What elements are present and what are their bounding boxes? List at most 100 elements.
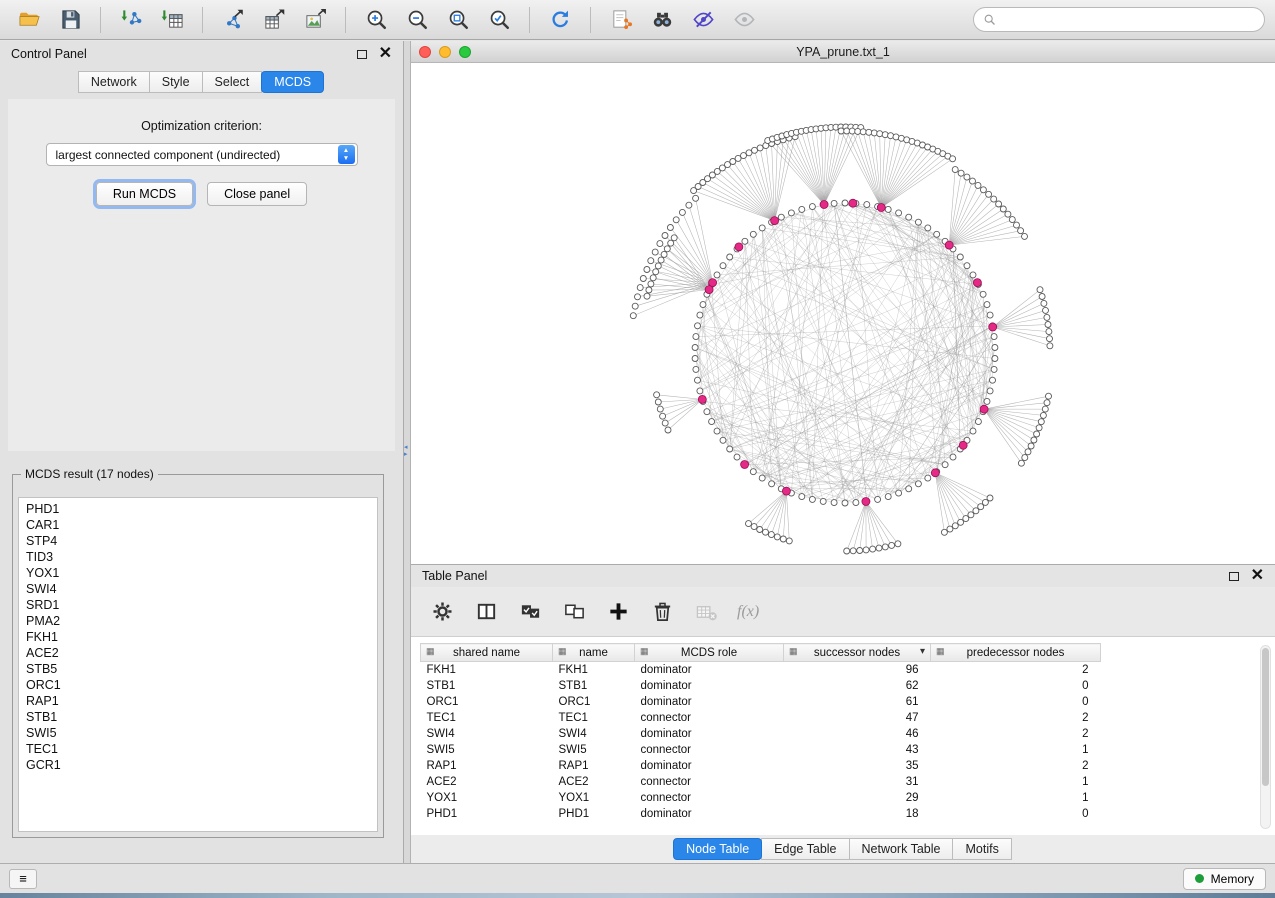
optimization-criterion-select[interactable]: largest connected component (undirected)… xyxy=(46,143,358,166)
window-maximize-icon[interactable] xyxy=(459,46,471,58)
panel-menu-button[interactable]: ≡ xyxy=(9,869,37,889)
network-canvas[interactable] xyxy=(411,63,1275,564)
splitter-arrows-icon[interactable]: ◂▸ xyxy=(404,444,408,458)
table-row[interactable]: STB1STB1dominator620 xyxy=(421,678,1101,694)
column-header-shared_name[interactable]: ▦shared name xyxy=(421,644,553,662)
table-settings-button[interactable] xyxy=(427,598,457,626)
column-header-successors[interactable]: ▦successor nodes▾ xyxy=(784,644,931,662)
zoom-in-button[interactable] xyxy=(357,4,395,36)
column-header-name[interactable]: ▦name xyxy=(553,644,635,662)
mcds-result-item[interactable]: TEC1 xyxy=(26,741,377,757)
columns-icon xyxy=(475,600,498,623)
zoom-fit-button[interactable] xyxy=(439,4,477,36)
column-menu-icon[interactable]: ▦ xyxy=(936,646,945,657)
hide-graphics-button[interactable] xyxy=(684,4,722,36)
mcds-result-item[interactable]: CAR1 xyxy=(26,517,377,533)
column-header-role[interactable]: ▦ MCDS role xyxy=(635,644,784,662)
tab-network-table[interactable]: Network Table xyxy=(849,838,954,860)
float-panel-icon[interactable] xyxy=(357,50,367,59)
mcds-result-list[interactable]: PHD1CAR1STP4TID3YOX1SWI4SRD1PMA2FKH1ACE2… xyxy=(18,497,378,832)
tab-edge-table[interactable]: Edge Table xyxy=(761,838,849,860)
tab-style[interactable]: Style xyxy=(149,71,203,93)
delete-column-button[interactable] xyxy=(647,598,677,626)
panel-splitter[interactable]: ◂▸ xyxy=(404,41,411,863)
column-menu-icon[interactable]: ▦ xyxy=(789,646,798,657)
table-row[interactable]: YOX1YOX1connector291 xyxy=(421,790,1101,806)
column-menu-icon[interactable]: ▦ xyxy=(558,646,567,657)
zoom-out-button[interactable] xyxy=(398,4,436,36)
search-field[interactable] xyxy=(973,7,1265,32)
add-column-button[interactable] xyxy=(603,598,633,626)
export-network-icon xyxy=(222,8,245,31)
table-row[interactable]: ORC1ORC1dominator610 xyxy=(421,694,1101,710)
search-input[interactable] xyxy=(1002,13,1255,27)
sort-caret-icon: ▾ xyxy=(920,646,925,657)
find-button[interactable] xyxy=(643,4,681,36)
mcds-result-item[interactable]: STB5 xyxy=(26,661,377,677)
export-network-button[interactable] xyxy=(214,4,252,36)
table-row[interactable]: RAP1RAP1dominator352 xyxy=(421,758,1101,774)
delete-table-button[interactable] xyxy=(691,598,721,626)
column-menu-icon[interactable]: ▦ xyxy=(426,646,435,657)
mcds-result-item[interactable]: STP4 xyxy=(26,533,377,549)
network-share-button[interactable] xyxy=(602,4,640,36)
memory-button[interactable]: Memory xyxy=(1183,868,1266,890)
mcds-result-item[interactable]: SRD1 xyxy=(26,597,377,613)
toolbar-separator xyxy=(100,7,101,33)
export-table-button[interactable] xyxy=(255,4,293,36)
select-all-button[interactable] xyxy=(515,598,545,626)
network-graph[interactable] xyxy=(411,63,1275,564)
table-panel-title: Table Panel xyxy=(422,569,487,583)
memory-label: Memory xyxy=(1211,872,1254,886)
table-row[interactable]: SWI5SWI5connector431 xyxy=(421,742,1101,758)
close-panel-button[interactable]: Close panel xyxy=(207,182,307,206)
mcds-result-item[interactable]: SWI4 xyxy=(26,581,377,597)
zoom-out-icon xyxy=(406,8,429,31)
column-menu-icon[interactable]: ▦ xyxy=(640,646,649,657)
table-row[interactable]: ACE2ACE2connector311 xyxy=(421,774,1101,790)
toolbar-separator xyxy=(202,7,203,33)
function-builder-button[interactable]: f(x) xyxy=(737,603,759,621)
import-network-button[interactable] xyxy=(112,4,150,36)
table-row[interactable]: SWI4SWI4dominator462 xyxy=(421,726,1101,742)
table-scrollbar[interactable] xyxy=(1260,645,1271,829)
tab-mcds[interactable]: MCDS xyxy=(261,71,324,93)
import-table-button[interactable] xyxy=(153,4,191,36)
window-minimize-icon[interactable] xyxy=(439,46,451,58)
mcds-result-item[interactable]: PHD1 xyxy=(26,501,377,517)
mcds-result-item[interactable]: ACE2 xyxy=(26,645,377,661)
deselect-all-button[interactable] xyxy=(559,598,589,626)
tab-node-table[interactable]: Node Table xyxy=(673,838,762,860)
close-table-panel-icon[interactable]: ✕ xyxy=(1251,568,1264,584)
column-label: MCDS role xyxy=(681,647,737,659)
show-graphics-button[interactable] xyxy=(725,4,763,36)
table-row[interactable]: FKH1FKH1dominator962 xyxy=(421,662,1101,678)
table-row[interactable]: PHD1PHD1dominator180 xyxy=(421,806,1101,822)
float-table-panel-icon[interactable] xyxy=(1229,572,1239,581)
mcds-result-item[interactable]: RAP1 xyxy=(26,693,377,709)
tab-select[interactable]: Select xyxy=(202,71,263,93)
tab-network[interactable]: Network xyxy=(78,71,150,93)
mcds-result-item[interactable]: PMA2 xyxy=(26,613,377,629)
table-scrollbar-thumb[interactable] xyxy=(1262,648,1269,786)
save-session-button[interactable] xyxy=(51,4,89,36)
mcds-result-item[interactable]: ORC1 xyxy=(26,677,377,693)
zoom-selected-button[interactable] xyxy=(480,4,518,36)
run-mcds-button[interactable]: Run MCDS xyxy=(96,182,193,206)
column-header-predecessors[interactable]: ▦predecessor nodes xyxy=(931,644,1101,662)
close-panel-icon[interactable]: ✕ xyxy=(379,46,392,62)
table-row[interactable]: TEC1TEC1connector472 xyxy=(421,710,1101,726)
mcds-result-item[interactable]: FKH1 xyxy=(26,629,377,645)
table-panel-header: Table Panel ✕ xyxy=(411,565,1275,587)
mcds-result-item[interactable]: TID3 xyxy=(26,549,377,565)
tab-motifs[interactable]: Motifs xyxy=(952,838,1011,860)
mcds-result-item[interactable]: STB1 xyxy=(26,709,377,725)
show-columns-button[interactable] xyxy=(471,598,501,626)
window-close-icon[interactable] xyxy=(419,46,431,58)
mcds-result-item[interactable]: GCR1 xyxy=(26,757,377,773)
export-image-button[interactable] xyxy=(296,4,334,36)
apply-layout-button[interactable] xyxy=(541,4,579,36)
mcds-result-item[interactable]: SWI5 xyxy=(26,725,377,741)
open-file-button[interactable] xyxy=(10,4,48,36)
mcds-result-item[interactable]: YOX1 xyxy=(26,565,377,581)
